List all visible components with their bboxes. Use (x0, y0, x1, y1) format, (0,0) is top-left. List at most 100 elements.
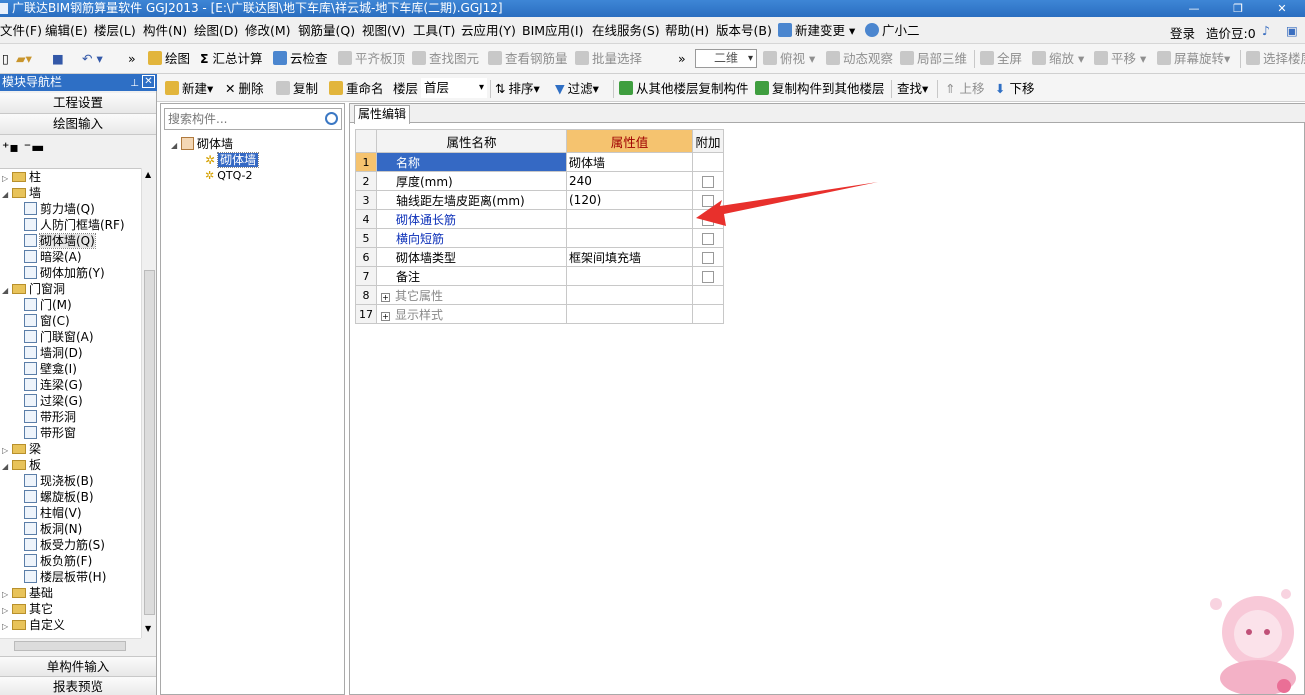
extra-checkbox[interactable] (702, 213, 714, 226)
scrollbar-thumb[interactable] (14, 641, 126, 651)
menu-version[interactable]: 版本号(B) (716, 23, 772, 38)
property-row[interactable]: 6 砌体墙类型 框架间填充墙 (355, 247, 724, 267)
close-button[interactable]: ✕ (1260, 0, 1304, 17)
search-input[interactable]: 搜索构件... (164, 108, 342, 130)
tree-item[interactable]: 壁龛(I) (24, 361, 77, 377)
collapse-icon[interactable]: ◢ (2, 459, 12, 475)
property-value[interactable] (566, 209, 693, 229)
floor-select[interactable]: 首层 (421, 78, 487, 98)
property-name[interactable]: 厚度(mm) (376, 171, 567, 191)
extra-checkbox[interactable] (702, 194, 714, 207)
property-row[interactable]: 8 + 其它属性 (355, 285, 724, 305)
flat-top-button[interactable]: 平齐板顶 (338, 51, 405, 67)
tree-item[interactable]: 暗梁(A) (24, 249, 82, 265)
expand-plus-icon[interactable]: + (381, 292, 390, 302)
menu-component[interactable]: 构件(N) (143, 23, 187, 38)
bell-icon[interactable]: ♪ (1262, 23, 1270, 38)
sort-button[interactable]: ⇅ 排序▾ (495, 81, 540, 96)
expand-plus-icon[interactable]: + (381, 311, 390, 321)
draw-button[interactable]: 绘图 (148, 51, 190, 67)
local-3d-button[interactable]: 局部三维 (900, 51, 967, 67)
single-component-button[interactable]: 单构件输入 (0, 656, 156, 677)
menu-edit[interactable]: 编辑(E) (45, 23, 88, 38)
pin-icon[interactable]: ⊥ (130, 75, 139, 92)
tree-item[interactable]: 砌体加筋(Y) (24, 265, 105, 281)
tree-item[interactable]: ▷ 梁 (2, 441, 41, 457)
new-file-icon[interactable]: ▯ (2, 51, 9, 67)
save-icon[interactable]: ■ (52, 51, 64, 67)
property-row[interactable]: 17 + 显示样式 (355, 304, 724, 324)
property-value[interactable]: (120) (566, 190, 693, 210)
select-floor-button[interactable]: 选择楼层 (1246, 51, 1305, 67)
copy-from-floor-button[interactable]: 从其他楼层复制构件 (619, 81, 749, 96)
extra-checkbox[interactable] (702, 175, 714, 188)
property-row[interactable]: 4 砌体通长筋 (355, 209, 724, 229)
tree-item[interactable]: ◢ 板 (2, 457, 41, 473)
property-value[interactable] (566, 266, 693, 286)
tree-item[interactable]: ▷ 柱 (2, 169, 41, 185)
tree-item[interactable]: 剪力墙(Q) (24, 201, 95, 217)
minimize-button[interactable]: — (1172, 0, 1216, 17)
rename-button[interactable]: 重命名 (329, 81, 384, 96)
find-element-button[interactable]: 查找图元 (412, 51, 479, 67)
property-name[interactable]: + 其它属性 (376, 285, 567, 305)
tree-item[interactable]: 楼层板带(H) (24, 569, 106, 585)
tree-item[interactable]: 人防门框墙(RF) (24, 217, 125, 233)
menu-rebar[interactable]: 钢筋量(Q) (298, 23, 355, 38)
user-button[interactable]: 广小二 (865, 23, 920, 38)
tree-item[interactable]: 板洞(N) (24, 521, 82, 537)
filter-button[interactable]: ▼ 过滤▾ (555, 81, 599, 96)
property-value[interactable] (566, 285, 693, 305)
property-name[interactable]: 砌体通长筋 (376, 209, 567, 229)
extra-checkbox[interactable] (702, 251, 714, 264)
copy-to-floor-button[interactable]: 复制构件到其他楼层 (755, 81, 885, 96)
property-value[interactable]: 240 (566, 171, 693, 191)
login-link[interactable]: 登录 (1170, 23, 1195, 42)
collapse-icon[interactable]: ◢ (2, 187, 12, 203)
tree-item[interactable]: 砌体墙(Q) (24, 233, 96, 249)
cloud-check-button[interactable]: 云检查 (273, 51, 328, 67)
new-button[interactable]: 新建▾ (165, 81, 213, 96)
move-down-button[interactable]: ⬇ 下移 (995, 81, 1035, 96)
tree-item[interactable]: 带形窗 (24, 425, 76, 441)
property-row[interactable]: 2 厚度(mm) 240 (355, 171, 724, 191)
tree-item[interactable]: ◢ 墙 (2, 185, 41, 201)
view-mode-select[interactable]: 二维 (695, 49, 757, 68)
component-root[interactable]: ◢ 砌体墙 (171, 136, 233, 152)
dynamic-view-button[interactable]: 动态观察 (826, 51, 893, 67)
tree-item[interactable]: 板受力筋(S) (24, 537, 105, 553)
property-name[interactable]: 横向短筋 (376, 228, 567, 248)
component-item-qtq2[interactable]: ✲ QTQ-2 (205, 168, 253, 184)
property-value[interactable] (566, 304, 693, 324)
message-icon[interactable]: ▣ (1286, 23, 1298, 38)
tree-item[interactable]: 现浇板(B) (24, 473, 94, 489)
maximize-button[interactable]: ❐ (1216, 0, 1260, 17)
property-name[interactable]: 备注 (376, 266, 567, 286)
menu-online[interactable]: 在线服务(S) (592, 23, 660, 38)
find-button[interactable]: 查找▾ (897, 81, 928, 96)
tree-item[interactable]: ▷ 基础 (2, 585, 53, 601)
tree-item[interactable]: 板负筋(F) (24, 553, 92, 569)
new-change-button[interactable]: 新建变更 ▾ (778, 23, 855, 38)
property-row[interactable]: 5 横向短筋 (355, 228, 724, 248)
calc-button[interactable]: Σ 汇总计算 (200, 51, 263, 67)
scrollbar-thumb[interactable] (144, 270, 155, 615)
overflow2-icon[interactable]: » (678, 51, 686, 67)
property-row[interactable]: 1 名称 砌体墙 (355, 152, 724, 172)
tree-item[interactable]: 窗(C) (24, 313, 70, 329)
property-row[interactable]: 7 备注 (355, 266, 724, 286)
property-row[interactable]: 3 轴线距左墙皮距离(mm) (120) (355, 190, 724, 210)
scroll-down-icon[interactable]: ▼ (145, 624, 151, 633)
property-name[interactable]: + 显示样式 (376, 304, 567, 324)
tree-item[interactable]: ▷ 自定义 (2, 617, 65, 633)
tree-item[interactable]: ◢ 门窗洞 (2, 281, 65, 297)
copy-button[interactable]: 复制 (276, 81, 318, 96)
property-name[interactable]: 轴线距左墙皮距离(mm) (376, 190, 567, 210)
menu-modify[interactable]: 修改(M) (245, 23, 291, 38)
scroll-up-icon[interactable]: ▲ (145, 170, 151, 179)
fullscreen-button[interactable]: 全屏 (980, 51, 1022, 67)
menu-bim[interactable]: BIM应用(I) (522, 23, 584, 38)
component-item-masonry-wall[interactable]: ✲ 砌体墙 (205, 152, 260, 168)
draw-input-button[interactable]: 绘图输入 (0, 114, 156, 135)
rotate-button[interactable]: 屏幕旋转▾ (1157, 51, 1230, 67)
